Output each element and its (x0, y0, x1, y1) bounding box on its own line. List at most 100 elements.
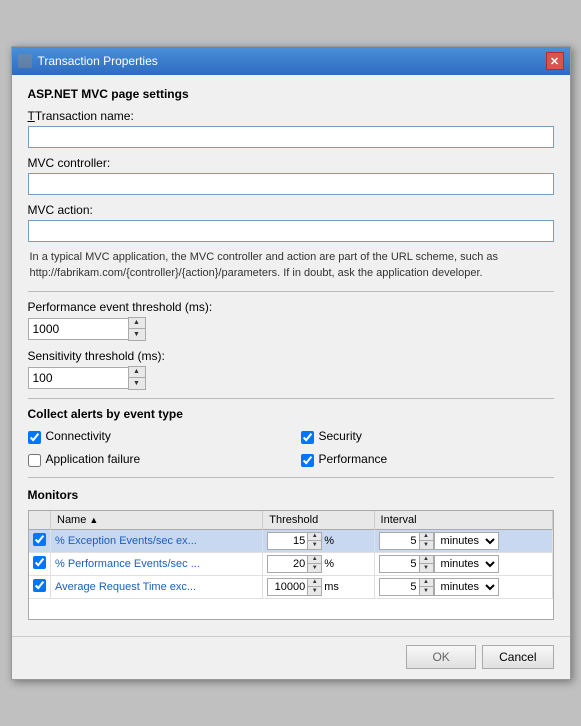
row-spinner-btns: ▲ ▼ (307, 578, 322, 596)
row-interval-spinner-btns: ▲ ▼ (419, 555, 434, 573)
row-interval-down[interactable]: ▼ (420, 541, 433, 549)
row-interval-unit-select[interactable]: minutes seconds hours (434, 532, 499, 550)
close-button[interactable]: ✕ (546, 52, 564, 70)
table-row[interactable]: Average Request Time exc... ▲ ▼ ms ▲ ▼ m… (29, 575, 553, 598)
perf-threshold-label: Performance event threshold (ms): (28, 300, 554, 314)
app-failure-label: Application failure (46, 452, 141, 466)
row-interval-cell: ▲ ▼ minutes seconds hours (374, 575, 552, 598)
row-check-cell (29, 529, 51, 552)
divider-2 (28, 398, 554, 399)
performance-item: Performance (301, 452, 554, 469)
row-threshold-down[interactable]: ▼ (308, 587, 321, 595)
monitors-table: Name ▲ Threshold Interval % Exception Ev… (29, 511, 553, 599)
mvc-action-group: MVC action: (28, 203, 554, 242)
main-window: Transaction Properties ✕ ASP.NET MVC pag… (11, 46, 571, 680)
sensitivity-label: Sensitivity threshold (ms): (28, 349, 554, 363)
dialog-footer: OK Cancel (12, 636, 570, 679)
row-interval-input[interactable] (379, 578, 419, 596)
app-failure-item: Application failure (28, 452, 281, 469)
row-check-cell (29, 575, 51, 598)
info-text: In a typical MVC application, the MVC co… (28, 250, 554, 281)
security-label: Security (319, 429, 362, 443)
row-interval-spinner-btns: ▲ ▼ (419, 578, 434, 596)
connectivity-item: Connectivity (28, 429, 281, 446)
alerts-section-title: Collect alerts by event type (28, 407, 554, 421)
perf-threshold-down-btn[interactable]: ▼ (129, 329, 145, 340)
row-check-cell (29, 552, 51, 575)
row-threshold-spinner: ▲ ▼ ms (267, 578, 369, 596)
row-checkbox[interactable] (33, 579, 46, 592)
row-interval-unit-select[interactable]: minutes seconds hours (434, 578, 499, 596)
row-threshold-cell: ▲ ▼ % (263, 552, 374, 575)
row-interval-input[interactable] (379, 532, 419, 550)
row-interval-up[interactable]: ▲ (420, 533, 433, 541)
row-threshold-input[interactable] (267, 532, 307, 550)
monitors-section: Monitors Name ▲ Threshold Interval (28, 488, 554, 620)
row-interval-input[interactable] (379, 555, 419, 573)
monitors-table-body: % Exception Events/sec ex... ▲ ▼ % ▲ ▼ m… (29, 529, 553, 598)
mvc-controller-group: MVC controller: (28, 156, 554, 195)
mvc-action-input[interactable] (28, 220, 554, 242)
mvc-controller-label: MVC controller: (28, 156, 554, 170)
sensitivity-down-btn[interactable]: ▼ (129, 378, 145, 389)
row-name: % Performance Events/sec ... (51, 552, 263, 575)
monitors-table-container[interactable]: Name ▲ Threshold Interval % Exception Ev… (28, 510, 554, 620)
divider-3 (28, 477, 554, 478)
row-unit: ms (324, 581, 339, 593)
row-threshold-input[interactable] (267, 578, 307, 596)
sensitivity-group: Sensitivity threshold (ms): ▲ ▼ (28, 349, 554, 390)
row-threshold-up[interactable]: ▲ (308, 579, 321, 587)
transaction-name-group: TTransaction name: (28, 109, 554, 148)
dialog-content: ASP.NET MVC page settings TTransaction n… (12, 75, 570, 632)
col-interval-header: Interval (374, 511, 552, 530)
security-checkbox[interactable] (301, 431, 314, 444)
row-spinner-btns: ▲ ▼ (307, 532, 322, 550)
mvc-controller-input[interactable] (28, 173, 554, 195)
row-interval-unit-select[interactable]: minutes seconds hours (434, 555, 499, 573)
row-interval-up[interactable]: ▲ (420, 579, 433, 587)
row-threshold-up[interactable]: ▲ (308, 533, 321, 541)
row-unit: % (324, 558, 334, 570)
security-item: Security (301, 429, 554, 446)
row-name: Average Request Time exc... (51, 575, 263, 598)
sensitivity-input[interactable] (28, 367, 128, 389)
col-threshold-header: Threshold (263, 511, 374, 530)
row-threshold-down[interactable]: ▼ (308, 541, 321, 549)
perf-threshold-spinner-btns: ▲ ▼ (128, 317, 146, 341)
connectivity-checkbox[interactable] (28, 431, 41, 444)
perf-threshold-spinner: ▲ ▼ (28, 317, 554, 341)
row-threshold-down[interactable]: ▼ (308, 564, 321, 572)
title-bar-left: Transaction Properties (18, 54, 158, 68)
connectivity-label: Connectivity (46, 429, 111, 443)
sensitivity-up-btn[interactable]: ▲ (129, 367, 145, 378)
window-title: Transaction Properties (38, 54, 158, 68)
table-row[interactable]: % Exception Events/sec ex... ▲ ▼ % ▲ ▼ m… (29, 529, 553, 552)
row-threshold-cell: ▲ ▼ % (263, 529, 374, 552)
app-failure-checkbox[interactable] (28, 454, 41, 467)
transaction-name-input[interactable] (28, 126, 554, 148)
perf-threshold-up-btn[interactable]: ▲ (129, 318, 145, 329)
row-threshold-input[interactable] (267, 555, 307, 573)
table-row[interactable]: % Performance Events/sec ... ▲ ▼ % ▲ ▼ m… (29, 552, 553, 575)
row-interval-down[interactable]: ▼ (420, 587, 433, 595)
title-bar: Transaction Properties ✕ (12, 47, 570, 75)
ok-button[interactable]: OK (406, 645, 476, 669)
row-interval-cell: ▲ ▼ minutes seconds hours (374, 529, 552, 552)
row-checkbox[interactable] (33, 533, 46, 546)
performance-label: Performance (319, 452, 388, 466)
divider-1 (28, 291, 554, 292)
performance-checkbox[interactable] (301, 454, 314, 467)
sensitivity-spinner: ▲ ▼ (28, 366, 554, 390)
row-threshold-up[interactable]: ▲ (308, 556, 321, 564)
row-threshold-spinner: ▲ ▼ % (267, 532, 369, 550)
title-bar-icons (18, 54, 32, 68)
monitors-table-header: Name ▲ Threshold Interval (29, 511, 553, 530)
perf-threshold-input[interactable] (28, 318, 128, 340)
window-icon (18, 54, 32, 68)
col-name-header[interactable]: Name ▲ (51, 511, 263, 530)
row-unit: % (324, 535, 334, 547)
cancel-button[interactable]: Cancel (482, 645, 553, 669)
row-interval-up[interactable]: ▲ (420, 556, 433, 564)
row-checkbox[interactable] (33, 556, 46, 569)
row-interval-down[interactable]: ▼ (420, 564, 433, 572)
